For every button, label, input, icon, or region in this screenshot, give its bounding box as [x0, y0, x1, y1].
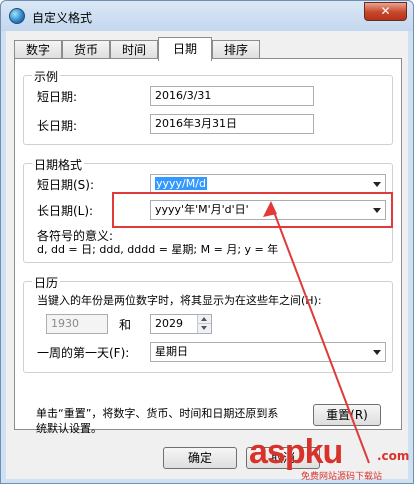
watermark-brand: aspku: [249, 433, 343, 471]
arrow-line: [270, 203, 370, 464]
dialog-window: 自定义格式 ✕ 数字 货币 时间 日期 排序 示例 短日期: 2016/3/31…: [0, 0, 414, 484]
watermark-tagline: 免费网站源码下载站: [301, 472, 383, 482]
tab-date[interactable]: 日期: [158, 37, 212, 61]
annotation-arrow: [263, 201, 370, 464]
watermark-logo: aspku .com 免费网站源码下载站: [249, 433, 409, 483]
watermark-suffix: .com: [377, 449, 410, 463]
